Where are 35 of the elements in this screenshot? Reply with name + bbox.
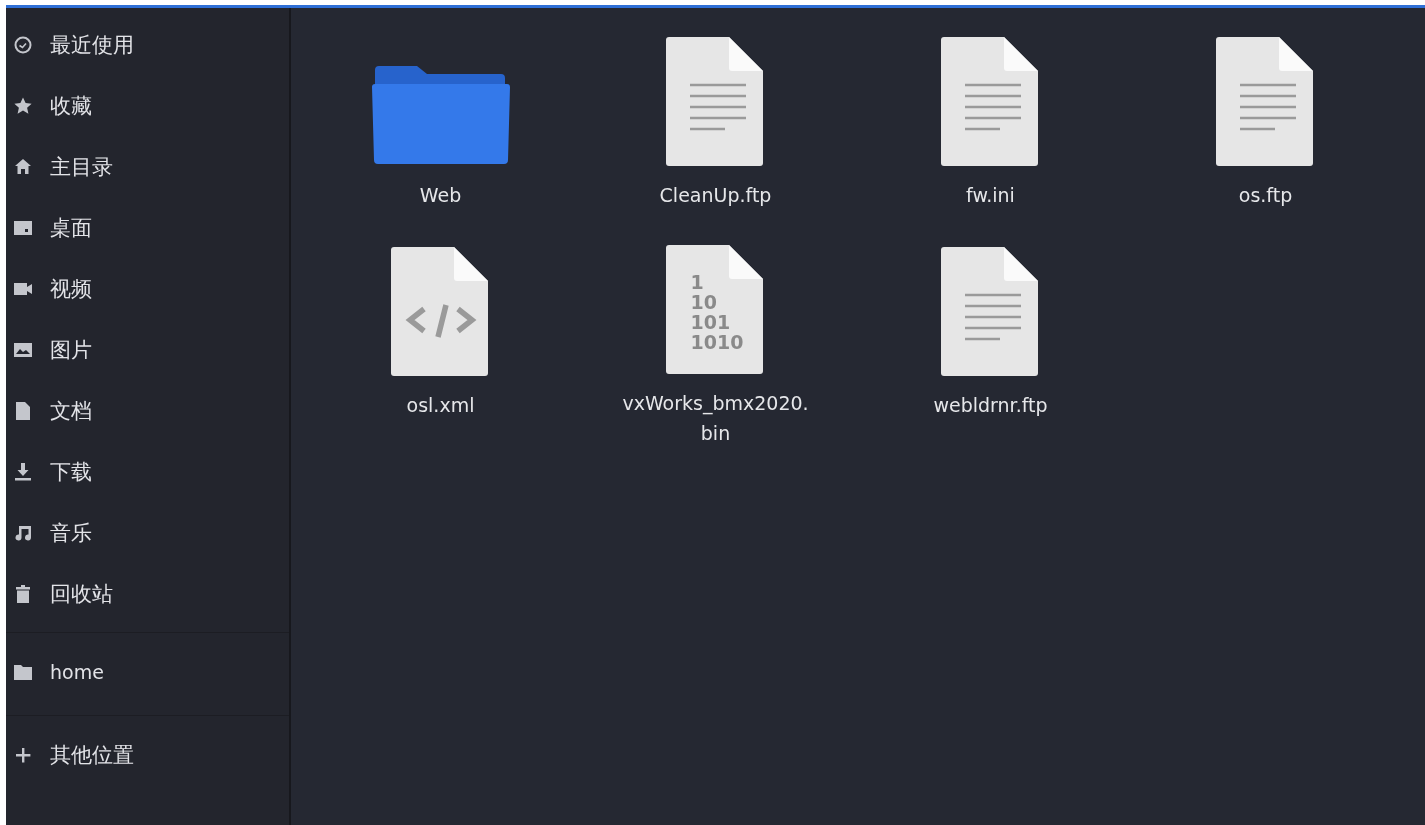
file-name[interactable]: Web [340, 180, 541, 210]
file-name[interactable]: fw.ini [890, 180, 1091, 210]
folder-icon[interactable] [370, 64, 511, 166]
sidebar-item[interactable]: 文档 [6, 380, 289, 441]
sidebar-item[interactable]: 视频 [6, 258, 289, 319]
document-icon [13, 400, 33, 421]
text-file-icon[interactable] [665, 35, 766, 166]
sidebar-item[interactable]: 主目录 [6, 136, 289, 197]
sidebar-item[interactable]: 图片 [6, 319, 289, 380]
text-file-icon[interactable] [940, 35, 1041, 166]
sidebar-item[interactable]: 音乐 [6, 502, 289, 563]
text-file-icon[interactable] [940, 245, 1041, 376]
download-icon [13, 461, 33, 482]
binary-file-icon[interactable] [665, 243, 766, 374]
binary-digits: 101 [690, 312, 732, 332]
file-name[interactable]: osl.xml [340, 390, 541, 420]
code-file-icon[interactable] [390, 245, 491, 376]
binary-digits: 1 [690, 272, 705, 292]
file-name[interactable]: webldrnr.ftp [890, 390, 1091, 420]
sidebar-item[interactable]: 最近使用 [6, 14, 289, 75]
file-name[interactable]: vxWorks_bmx2020.bin [615, 388, 816, 448]
file-name[interactable]: os.ftp [1165, 180, 1366, 210]
text-file-icon[interactable] [1215, 35, 1316, 166]
sidebar-item[interactable]: home [6, 641, 289, 702]
trash-icon [13, 583, 33, 604]
sidebar-item[interactable]: 桌面 [6, 197, 289, 258]
file-name[interactable]: CleanUp.ftp [615, 180, 816, 210]
clock-icon [13, 34, 33, 55]
sidebar-item[interactable]: 其他位置 [6, 724, 289, 785]
sidebar-item[interactable]: 收藏 [6, 75, 289, 136]
sidebar-item[interactable]: 回收站 [6, 563, 289, 624]
binary-digits: 1010 [690, 332, 744, 352]
sidebar-item[interactable]: 下载 [6, 441, 289, 502]
binary-digits: 10 [690, 292, 718, 312]
home-icon [13, 156, 33, 177]
